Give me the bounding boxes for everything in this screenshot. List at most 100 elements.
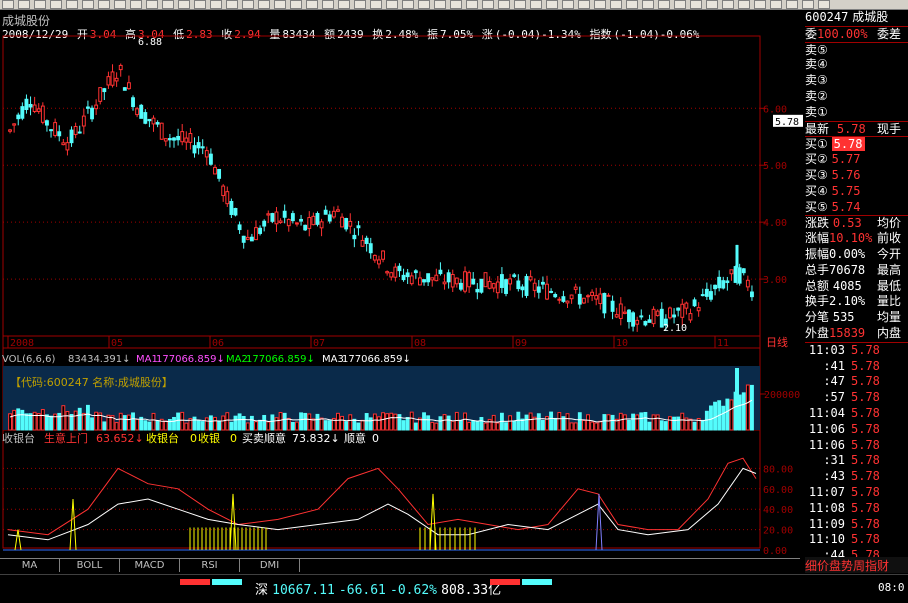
candle-body [143,112,148,124]
stat-label: 总额 [805,278,830,293]
toolbar-button[interactable] [818,0,830,9]
down-bar [212,579,242,585]
volume-bar [577,412,582,431]
tick-price: 5.78 [851,374,880,389]
volume-bar [94,411,99,431]
candle-body [167,138,172,141]
candle-body [454,277,459,285]
volume-bar [49,415,53,431]
volume-bar [663,421,668,431]
candle-body [672,314,677,318]
candle-body [696,307,701,312]
sell-row[interactable]: 卖④ [805,57,908,73]
candle-body [741,268,746,274]
candle-body [151,117,156,125]
volume-bar [147,421,152,431]
volume-bar [528,412,533,431]
tick-time: 11:09 [808,516,845,531]
candle-body [176,135,181,141]
tick-time: :43 [823,469,845,484]
chart-area[interactable]: 6.005.004.003.005.7820080506070809101112… [0,0,805,560]
tab-boll[interactable]: BOLL [60,559,120,572]
volume-bar [446,415,451,431]
sell-row[interactable]: 卖⑤ [805,41,908,58]
volume-bar [627,419,631,431]
candle-body [549,290,554,293]
volume-bar [364,413,369,431]
month-label: 2008 [10,338,34,349]
candle-body [635,319,640,325]
candle-body [729,269,734,275]
volume-bar [278,412,283,431]
candle-body [348,220,353,227]
candle-body [94,104,99,110]
volume-bar [270,414,275,431]
candle-body [290,213,295,222]
volume-bar [377,416,381,431]
volume-bar [254,421,258,431]
volume-bar [172,416,176,431]
volume-bar [151,412,156,431]
ma3-value: 177066.859↓ [342,354,411,365]
quote-tabs[interactable]: 细价盘势周指财 [805,557,908,573]
stock-header: 600247 成城股 [805,10,908,26]
volume-bar [274,417,279,431]
candle-body [627,309,631,323]
volume-bar [426,415,431,431]
volume-bar [713,401,717,431]
candle-body [274,211,279,225]
buy-row[interactable]: 买⑤ 5.74 [805,200,908,216]
price-tick-label: 5.00 [763,161,787,172]
ma2-value: 177066.859↓ [246,354,315,365]
candle-body [524,276,529,296]
stat-value: 10.10% [829,231,873,246]
candle-body [594,295,599,300]
buy-price: 5.75 [831,183,861,198]
candle-body [508,278,513,285]
volume-bar [475,421,480,431]
vol-title: VOL(6,6,6) [2,354,55,365]
tab-ma[interactable]: MA [0,559,60,572]
candle-body [750,291,754,298]
volume-bar [540,419,545,431]
volume-bar [676,416,681,431]
candle-body [188,132,193,143]
candle-body [237,224,242,231]
tab-dmi[interactable]: DMI [240,559,300,572]
volume-bar [249,415,254,431]
candle-body [553,294,558,298]
tab-rsi[interactable]: RSI [180,559,240,572]
sell-row[interactable]: 卖② [805,89,908,105]
candle-body [155,122,160,125]
candle-body [393,266,398,278]
volume-bar [401,420,406,431]
index-pct: -0.62% [390,583,437,598]
sell-row[interactable]: 卖① [805,105,908,121]
candle-body [737,267,742,284]
candle-body [422,279,426,283]
volume-bar [311,418,316,431]
buy-row[interactable]: 买① 5.78 [805,136,908,152]
candle-body [467,272,472,288]
buy-row[interactable]: 买③ 5.76 [805,168,908,184]
sell-row[interactable]: 卖③ [805,73,908,89]
volume-bar [536,413,541,431]
tab-macd[interactable]: MACD [120,559,180,572]
volume-bar [135,418,140,431]
candle-body [336,209,340,212]
volume-bar [688,418,693,431]
volume-bar [20,409,25,431]
volume-bar [69,414,74,431]
volume-bar [483,422,488,431]
volume-bar [463,412,467,431]
up-bar [490,579,520,585]
buy-row[interactable]: 买② 5.77 [805,152,908,168]
candle-body [340,216,344,228]
candle-body [487,281,492,289]
volume-bar [381,412,385,431]
candle-body [196,142,201,149]
tick-price: 5.78 [851,405,880,420]
volume-bar [504,422,508,431]
buy-row[interactable]: 买④ 5.75 [805,184,908,200]
volume-bar [598,420,603,431]
